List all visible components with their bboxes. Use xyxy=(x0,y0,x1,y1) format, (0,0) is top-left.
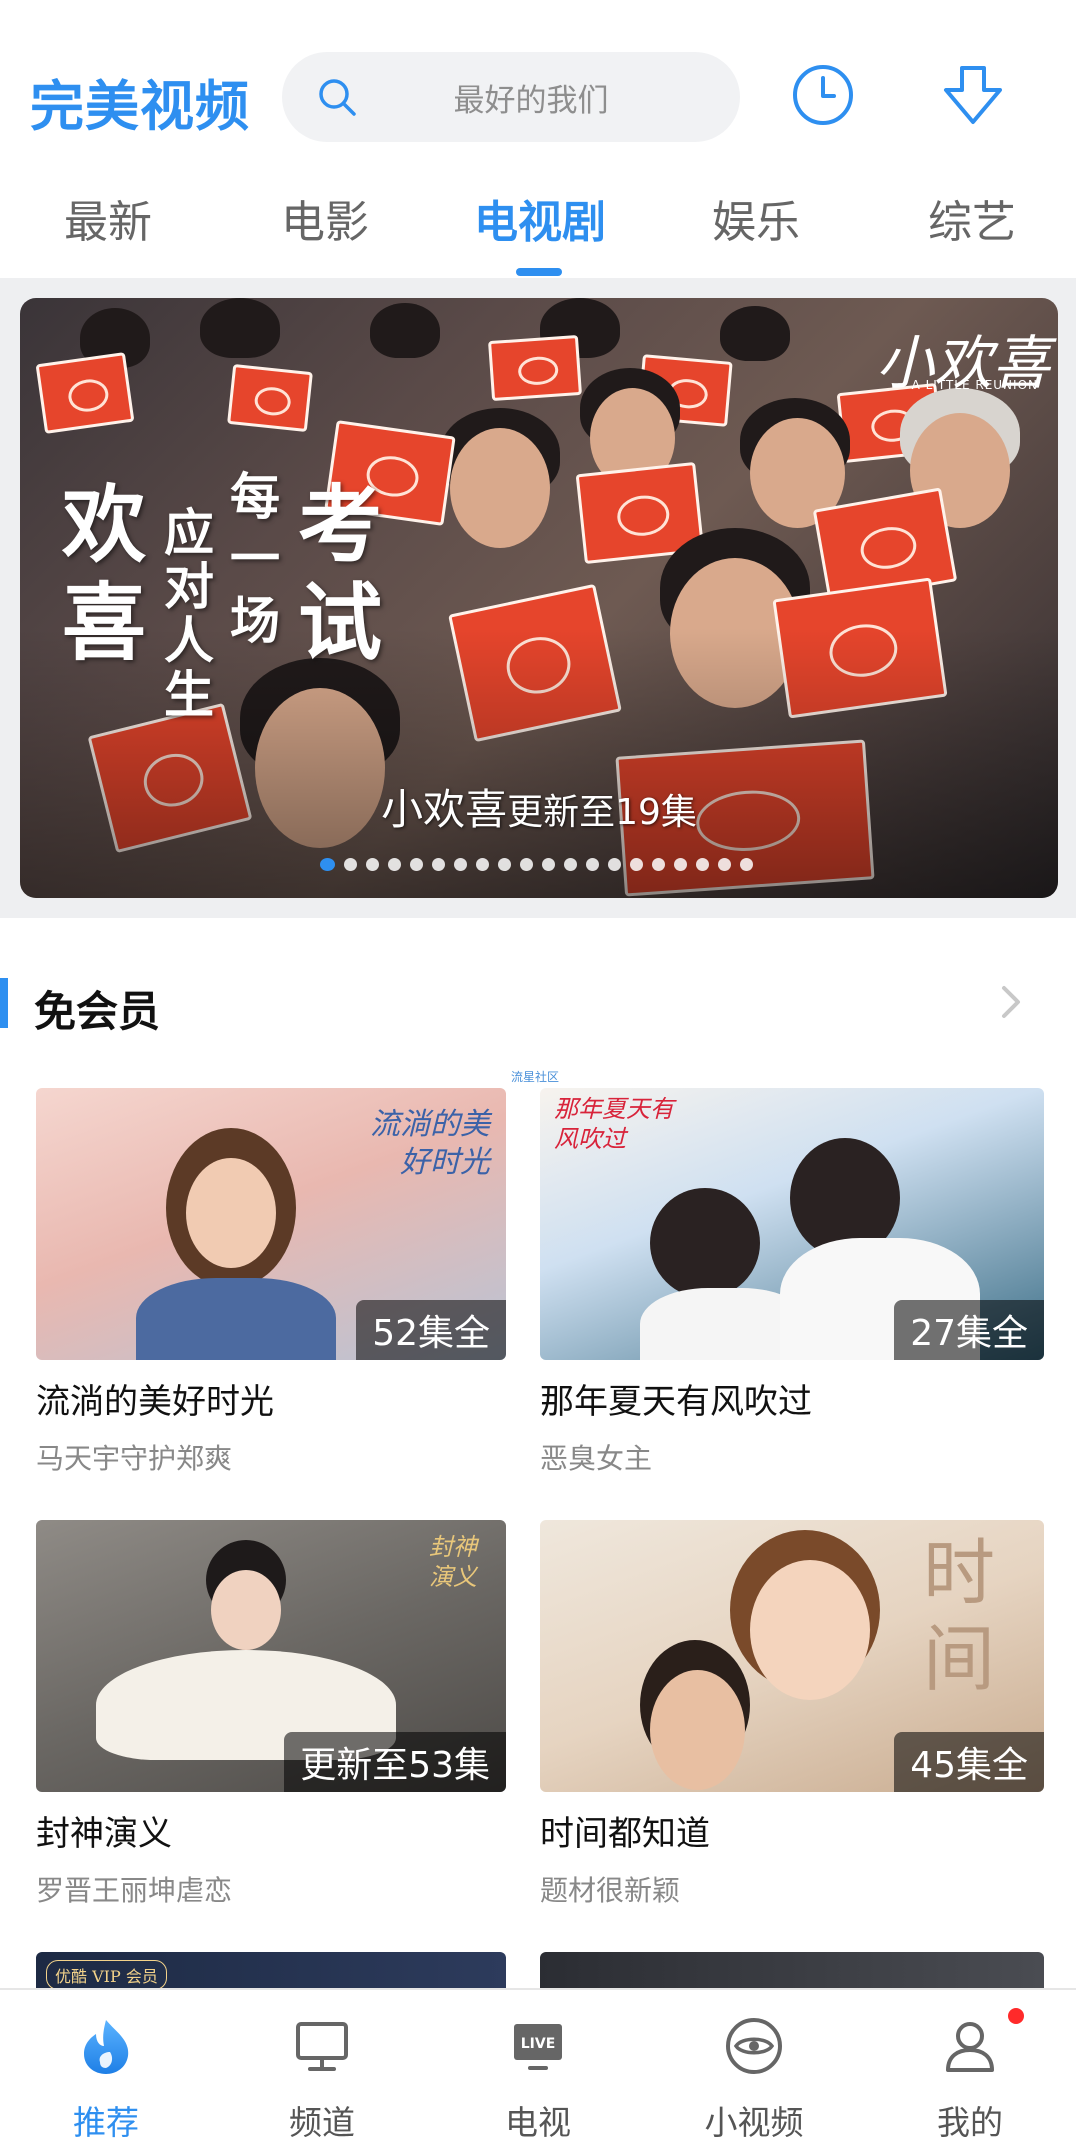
watermark-text: 流星社区 xyxy=(511,1070,560,1084)
episode-badge: 45集全 xyxy=(894,1732,1044,1792)
tab-latest[interactable]: 最新 xyxy=(64,186,152,250)
video-card[interactable]: 时间 45集全 时间都知道 题材很新颖 xyxy=(540,1520,1044,1909)
pagination-dot[interactable] xyxy=(476,858,489,871)
active-tab-indicator xyxy=(516,268,562,276)
banner-slogan-char: 试 xyxy=(298,573,383,672)
nav-label: 我的 xyxy=(937,2103,1003,2142)
tab-tv-series[interactable]: 电视剧 xyxy=(474,186,606,250)
notification-dot xyxy=(1008,2008,1024,2024)
eye-icon xyxy=(726,2018,782,2074)
pagination-dot[interactable] xyxy=(674,858,687,871)
clock-icon[interactable] xyxy=(786,58,860,132)
banner-show-title: 小欢喜 xyxy=(381,785,508,834)
banner-slogan-char: 喜 xyxy=(62,573,147,672)
video-subtitle: 马天宇守护郑爽 xyxy=(36,1442,233,1475)
pagination-dot[interactable] xyxy=(410,858,423,871)
video-title: 时间都知道 xyxy=(540,1814,710,1854)
pagination-dot[interactable] xyxy=(388,858,401,871)
video-thumbnail[interactable]: 那年夏天有风吹过 27集全 xyxy=(540,1088,1044,1360)
banner-caption: 小欢喜更新至19集 xyxy=(20,776,1058,837)
banner-slogan-column: 应对人生 xyxy=(164,503,214,724)
poster-title-text: 流淌的美好时光 xyxy=(370,1107,490,1180)
pagination-dot[interactable] xyxy=(454,858,467,871)
video-title: 封神演义 xyxy=(36,1814,172,1854)
banner-pagination xyxy=(320,858,753,871)
svg-text:LIVE: LIVE xyxy=(521,2036,556,2052)
show-logo-subtitle: A LITTLE REUNION xyxy=(911,378,1038,392)
bottom-navigation: 推荐 频道 LIVE 电视 小视频 我的 xyxy=(0,1988,1076,2155)
poster-title-text: 优酷 VIP 会员 xyxy=(46,1960,167,1990)
pagination-dot[interactable] xyxy=(696,858,709,871)
flame-icon xyxy=(84,2020,129,2074)
video-subtitle: 题材很新颖 xyxy=(540,1874,681,1907)
video-subtitle: 恶臭女主 xyxy=(540,1442,653,1475)
episode-badge: 27集全 xyxy=(894,1300,1044,1360)
pagination-dot[interactable] xyxy=(320,858,335,871)
video-thumbnail[interactable]: 时间 45集全 xyxy=(540,1520,1044,1792)
app-title: 完美视频 xyxy=(30,75,250,138)
video-title: 流淌的美好时光 xyxy=(36,1382,274,1422)
tab-entertainment[interactable]: 娱乐 xyxy=(712,186,800,250)
chevron-right-icon[interactable] xyxy=(992,982,1028,1022)
pagination-dot[interactable] xyxy=(542,858,555,871)
category-tabs: 最新 电影 电视剧 娱乐 综艺 xyxy=(0,186,1076,278)
search-bar[interactable]: 最好的我们 xyxy=(282,52,740,142)
hero-banner[interactable]: 欢 喜 考 试 应对人生 每一场 小欢喜 A LITTLE REUNION 小欢… xyxy=(20,298,1058,898)
episode-badge: 更新至53集 xyxy=(284,1732,506,1792)
pagination-dot[interactable] xyxy=(498,858,511,871)
poster-title-text: 封神演义 xyxy=(429,1533,477,1591)
banner-update-status: 更新至19集 xyxy=(507,792,697,833)
banner-slogan-column: 每一场 xyxy=(230,467,280,650)
nav-label: 频道 xyxy=(289,2103,355,2142)
pagination-dot[interactable] xyxy=(608,858,621,871)
pagination-dot[interactable] xyxy=(432,858,445,871)
video-thumbnail[interactable]: 封神演义 更新至53集 xyxy=(36,1520,506,1792)
tab-variety[interactable]: 综艺 xyxy=(928,186,1016,250)
nav-label: 电视 xyxy=(505,2103,571,2142)
nav-profile[interactable]: 我的 xyxy=(880,1990,1060,2155)
pagination-dot[interactable] xyxy=(520,858,533,871)
pagination-dot[interactable] xyxy=(740,858,753,871)
pagination-dot[interactable] xyxy=(564,858,577,871)
nav-recommend[interactable]: 推荐 xyxy=(16,1990,196,2155)
live-tv-icon: LIVE xyxy=(514,2024,562,2070)
video-card[interactable]: 流淌的美好时光 52集全 流淌的美好时光 马天宇守护郑爽 xyxy=(36,1088,506,1477)
user-icon xyxy=(946,2022,994,2072)
monitor-icon xyxy=(296,2022,348,2071)
episode-badge: 52集全 xyxy=(356,1300,506,1360)
top-header: 完美视频 最好的我们 xyxy=(0,0,1076,190)
nav-label: 小视频 xyxy=(704,2103,804,2142)
nav-tv[interactable]: LIVE 电视 xyxy=(448,1990,628,2155)
pagination-dot[interactable] xyxy=(718,858,731,871)
nav-label: 推荐 xyxy=(73,2103,139,2142)
tab-movies[interactable]: 电影 xyxy=(281,186,369,250)
poster-title-text: 时间 xyxy=(922,1531,995,1701)
pagination-dot[interactable] xyxy=(652,858,665,871)
nav-channels[interactable]: 频道 xyxy=(232,1990,412,2155)
pagination-dot[interactable] xyxy=(344,858,357,871)
pagination-dot[interactable] xyxy=(630,858,643,871)
video-subtitle: 罗晋王丽坤虐恋 xyxy=(36,1874,233,1907)
section-title: 免会员 xyxy=(34,987,161,1036)
section-accent-bar xyxy=(0,978,8,1028)
pagination-dot[interactable] xyxy=(366,858,379,871)
nav-short-video[interactable]: 小视频 xyxy=(664,1990,844,2155)
video-card[interactable]: 封神演义 更新至53集 封神演义 罗晋王丽坤虐恋 xyxy=(36,1520,506,1909)
video-card[interactable]: 那年夏天有风吹过 27集全 那年夏天有风吹过 恶臭女主 xyxy=(540,1088,1044,1477)
pagination-dot[interactable] xyxy=(586,858,599,871)
video-thumbnail[interactable]: 流淌的美好时光 52集全 xyxy=(36,1088,506,1360)
download-icon[interactable] xyxy=(936,58,1010,132)
video-title: 那年夏天有风吹过 xyxy=(540,1382,812,1422)
search-placeholder: 最好的我们 xyxy=(453,82,609,119)
poster-title-text: 那年夏天有风吹过 xyxy=(554,1095,674,1153)
